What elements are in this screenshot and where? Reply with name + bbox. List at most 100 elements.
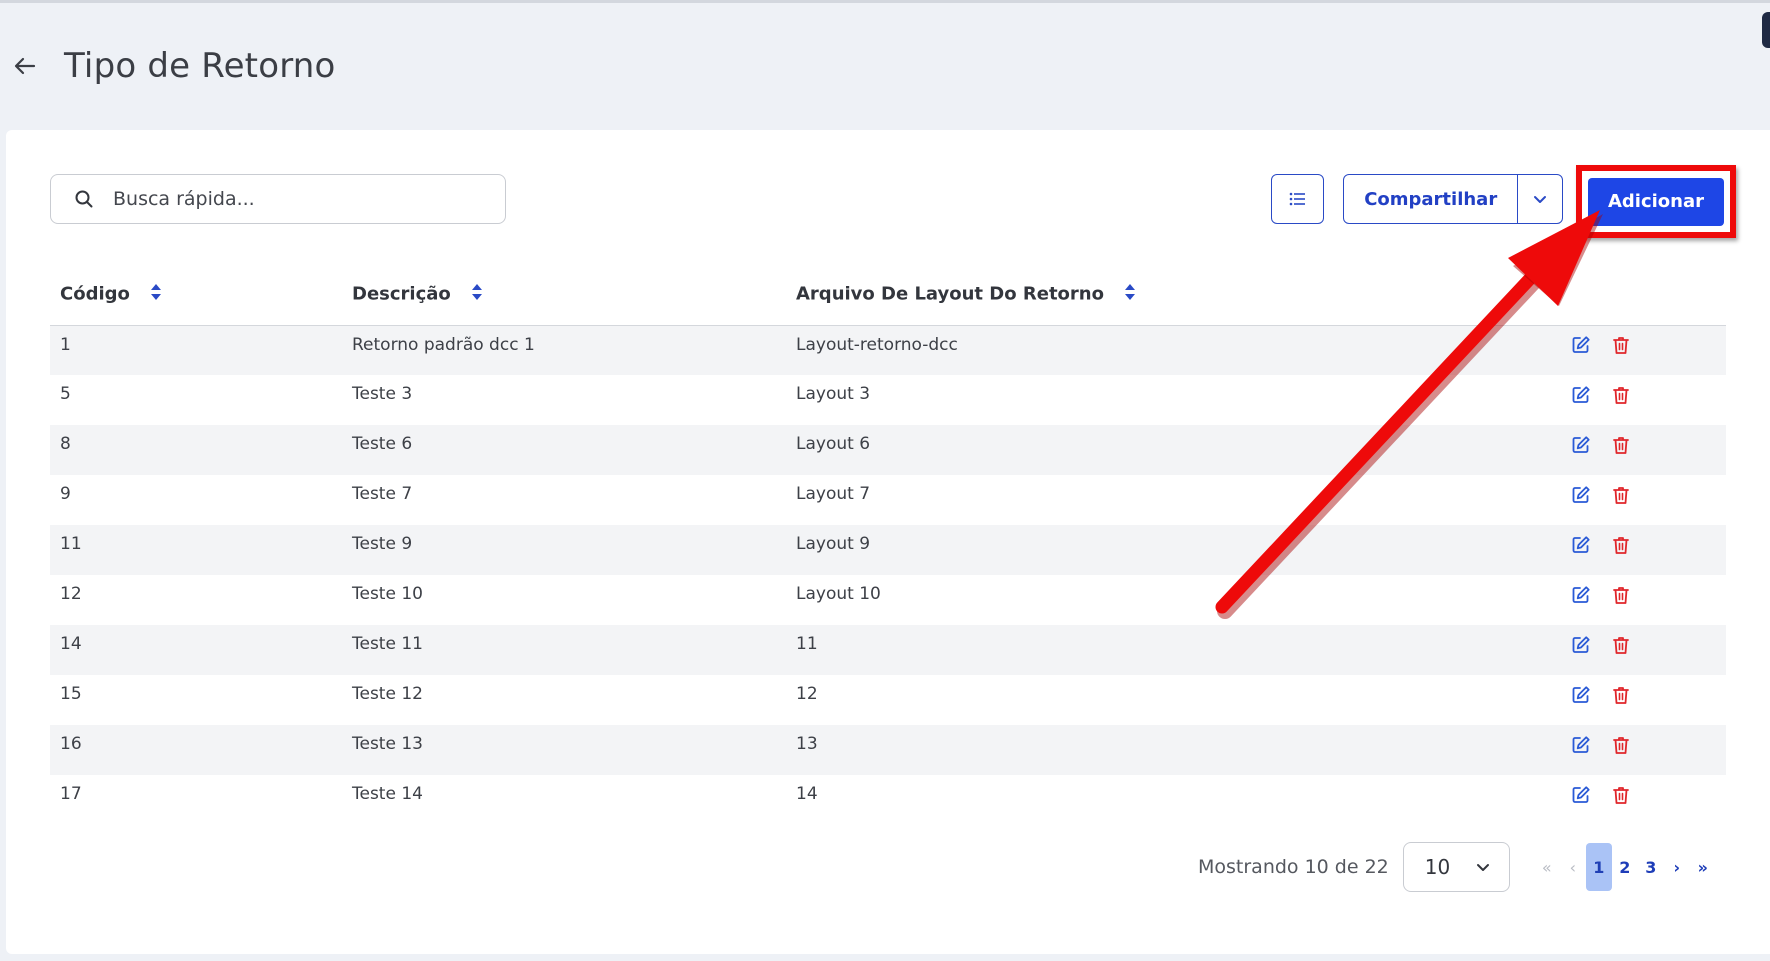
edit-icon[interactable] — [1570, 684, 1591, 705]
trash-icon[interactable] — [1610, 734, 1631, 755]
column-header-descricao[interactable]: Descrição — [352, 265, 796, 326]
list-icon — [1289, 192, 1305, 206]
search-icon — [73, 188, 95, 210]
cell-actions — [1566, 525, 1726, 575]
cell-codigo: 11 — [50, 525, 352, 575]
data-table: Código Descrição Arquivo De Layout Do Re… — [50, 265, 1726, 825]
cell-actions — [1566, 725, 1726, 775]
prev-page-button[interactable]: ‹ — [1560, 843, 1586, 891]
trash-icon[interactable] — [1610, 384, 1631, 405]
pagination: Mostrando 10 de 22 10 « ‹ 1 2 3 › » — [1198, 842, 1716, 892]
edit-icon[interactable] — [1570, 484, 1591, 505]
cell-actions — [1566, 425, 1726, 475]
trash-icon[interactable] — [1610, 534, 1631, 555]
cell-descricao: Teste 13 — [352, 725, 796, 775]
table-header-row: Código Descrição Arquivo De Layout Do Re… — [50, 265, 1726, 326]
trash-icon[interactable] — [1610, 484, 1631, 505]
page-size-select[interactable]: 10 — [1402, 842, 1510, 892]
page-2-button[interactable]: 2 — [1612, 843, 1638, 891]
edit-icon[interactable] — [1570, 384, 1591, 405]
table-row[interactable]: 14 Teste 11 11 — [50, 625, 1726, 675]
cell-arquivo: Layout 9 — [796, 525, 1566, 575]
trash-icon[interactable] — [1610, 784, 1631, 805]
table-row[interactable]: 1 Retorno padrão dcc 1 Layout-retorno-dcc — [50, 325, 1726, 375]
edit-icon[interactable] — [1570, 534, 1591, 555]
back-button[interactable] — [10, 51, 40, 81]
sort-icon[interactable] — [471, 283, 483, 306]
column-header-label: Arquivo De Layout Do Retorno — [796, 283, 1104, 305]
last-page-button[interactable]: » — [1690, 843, 1716, 891]
column-header-codigo[interactable]: Código — [50, 265, 352, 326]
top-border — [0, 0, 1770, 3]
page-title: Tipo de Retorno — [64, 46, 336, 86]
first-page-button[interactable]: « — [1534, 843, 1560, 891]
cell-descricao: Retorno padrão dcc 1 — [352, 325, 796, 375]
edit-icon[interactable] — [1570, 634, 1591, 655]
next-page-button[interactable]: › — [1664, 843, 1690, 891]
share-button-group: Compartilhar — [1343, 174, 1563, 224]
cell-actions — [1566, 325, 1726, 375]
cell-actions — [1566, 575, 1726, 625]
chevron-down-icon — [1534, 196, 1547, 203]
column-header-actions — [1566, 265, 1726, 326]
cell-codigo: 17 — [60, 784, 82, 804]
table-row[interactable]: 12 Teste 10 Layout 10 — [50, 575, 1726, 625]
cell-arquivo: Layout 3 — [796, 384, 871, 404]
share-button[interactable]: Compartilhar — [1344, 175, 1517, 223]
cell-descricao: Teste 7 — [352, 484, 413, 504]
cell-descricao: Teste 12 — [352, 684, 423, 704]
trash-icon[interactable] — [1610, 584, 1631, 605]
cell-actions — [1566, 775, 1726, 825]
chevron-down-icon — [1477, 864, 1490, 871]
side-panel-tab[interactable] — [1762, 12, 1770, 48]
share-dropdown-toggle[interactable] — [1517, 175, 1562, 223]
edit-icon[interactable] — [1570, 584, 1591, 605]
cell-descricao: Teste 14 — [352, 784, 423, 804]
sort-icon[interactable] — [150, 283, 162, 306]
cell-arquivo: 11 — [796, 625, 1566, 675]
cell-codigo: 12 — [60, 584, 82, 604]
columns-list-button[interactable] — [1271, 174, 1324, 224]
cell-codigo: 8 — [50, 425, 352, 475]
add-button[interactable]: Adicionar — [1588, 177, 1724, 226]
edit-icon[interactable] — [1570, 335, 1591, 356]
cell-descricao: Teste 11 — [352, 625, 796, 675]
cell-arquivo: 12 — [796, 684, 818, 704]
table-row[interactable]: 11 Teste 9 Layout 9 — [50, 525, 1726, 575]
cell-codigo: 15 — [60, 684, 82, 704]
add-button-highlight: Adicionar — [1576, 165, 1736, 238]
page-links: « ‹ 1 2 3 › » — [1534, 843, 1716, 891]
edit-icon[interactable] — [1570, 434, 1591, 455]
content-card: Compartilhar Adicionar Código Descrição — [6, 130, 1770, 954]
search-box[interactable] — [50, 174, 506, 224]
trash-icon[interactable] — [1610, 335, 1631, 356]
page-header: Tipo de Retorno — [10, 42, 336, 90]
cell-arquivo: 13 — [796, 725, 1566, 775]
table-row[interactable]: 15 Teste 12 12 — [50, 675, 1726, 725]
table-row[interactable]: 8 Teste 6 Layout 6 — [50, 425, 1726, 475]
table-row[interactable]: 17 Teste 14 14 — [50, 775, 1726, 825]
cell-codigo: 5 — [60, 384, 71, 404]
cell-arquivo: 14 — [796, 784, 818, 804]
trash-icon[interactable] — [1610, 634, 1631, 655]
column-header-arquivo[interactable]: Arquivo De Layout Do Retorno — [796, 265, 1566, 326]
edit-icon[interactable] — [1570, 784, 1591, 805]
cell-descricao: Teste 9 — [352, 525, 796, 575]
table-row[interactable]: 16 Teste 13 13 — [50, 725, 1726, 775]
trash-icon[interactable] — [1610, 434, 1631, 455]
cell-actions — [1566, 475, 1726, 525]
page-3-button[interactable]: 3 — [1638, 843, 1664, 891]
table-row[interactable]: 5 Teste 3 Layout 3 — [50, 375, 1726, 425]
table-row[interactable]: 9 Teste 7 Layout 7 — [50, 475, 1726, 525]
cell-arquivo: Layout 7 — [796, 484, 871, 504]
cell-descricao: Teste 10 — [352, 584, 423, 604]
cell-descricao: Teste 3 — [352, 384, 413, 404]
trash-icon[interactable] — [1610, 684, 1631, 705]
cell-descricao: Teste 6 — [352, 425, 796, 475]
search-input[interactable] — [113, 188, 473, 210]
sort-icon[interactable] — [1124, 283, 1136, 306]
column-header-label: Descrição — [352, 283, 451, 305]
cell-arquivo: Layout-retorno-dcc — [796, 325, 1566, 375]
edit-icon[interactable] — [1570, 734, 1591, 755]
page-1-button[interactable]: 1 — [1585, 843, 1612, 891]
